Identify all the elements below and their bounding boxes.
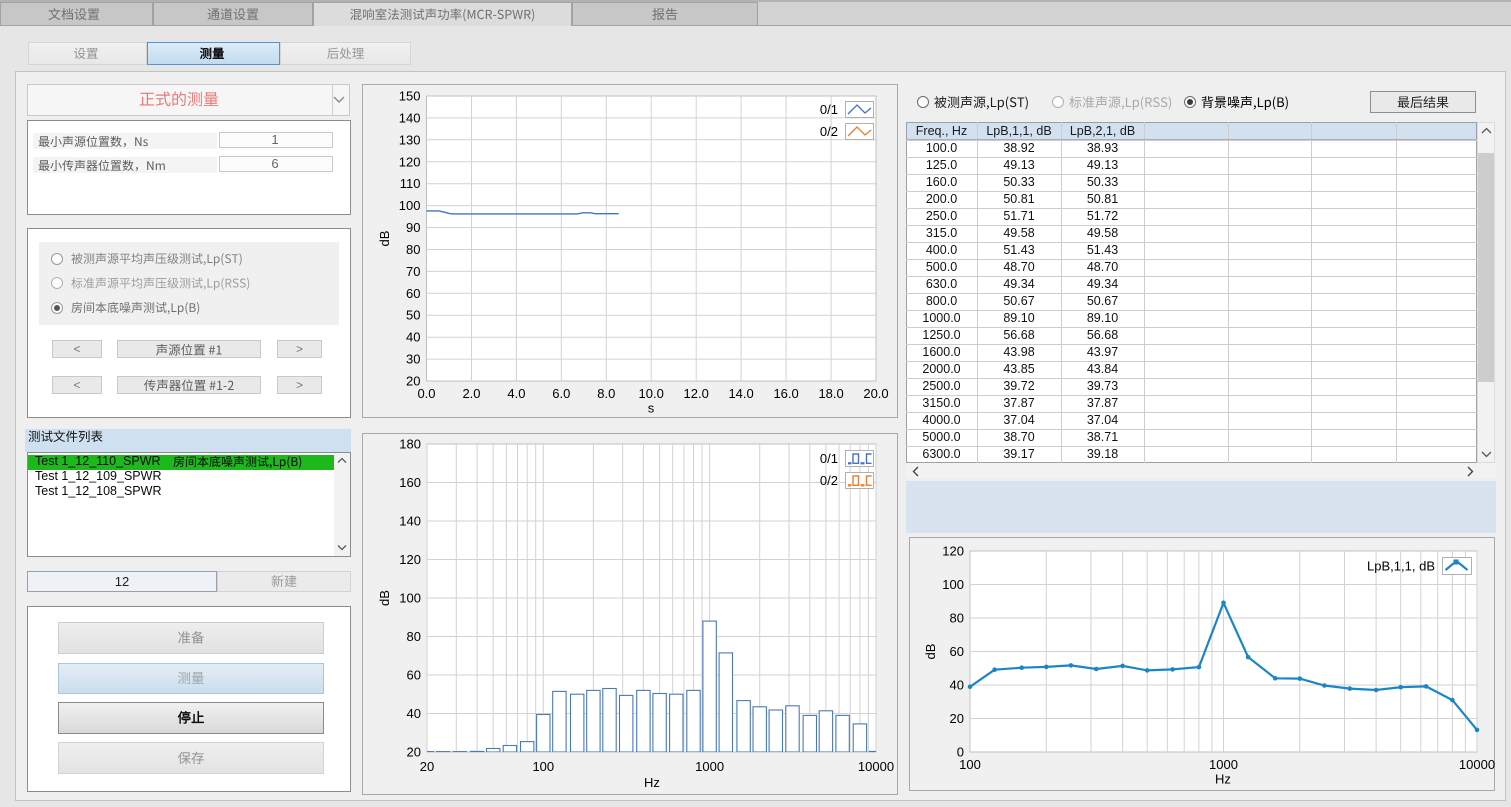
svg-text:4.0: 4.0 [507,386,525,401]
svg-text:40: 40 [407,706,421,721]
svg-text:0/1: 0/1 [820,102,838,117]
svg-text:20: 20 [420,759,434,774]
svg-text:50: 50 [406,308,420,323]
svg-text:s: s [648,401,655,416]
svg-text:130: 130 [399,132,421,147]
svg-text:1000: 1000 [695,759,724,774]
svg-text:dB: dB [377,231,392,247]
svg-text:100: 100 [532,759,554,774]
svg-text:80: 80 [950,611,964,626]
svg-text:2.0: 2.0 [462,386,480,401]
svg-text:8.0: 8.0 [597,386,615,401]
svg-text:180: 180 [399,437,421,452]
svg-text:100: 100 [959,757,981,772]
svg-text:18.0: 18.0 [818,386,843,401]
svg-text:Hz: Hz [1215,772,1231,787]
svg-text:60: 60 [950,644,964,659]
svg-text:LpB,1,1, dB: LpB,1,1, dB [1367,559,1435,574]
svg-text:20.0: 20.0 [863,386,888,401]
svg-text:10.0: 10.0 [639,386,664,401]
svg-text:6.0: 6.0 [552,386,570,401]
svg-text:100: 100 [399,591,421,606]
svg-text:120: 120 [399,154,421,169]
svg-text:90: 90 [406,220,420,235]
svg-text:100: 100 [399,198,421,213]
svg-text:70: 70 [406,264,420,279]
svg-text:150: 150 [399,89,421,104]
svg-text:30: 30 [406,352,420,367]
svg-text:1000: 1000 [1209,757,1238,772]
svg-text:10000: 10000 [1459,757,1495,772]
svg-text:120: 120 [399,552,421,567]
svg-text:60: 60 [407,668,421,683]
svg-text:0/2: 0/2 [820,124,838,139]
svg-text:14.0: 14.0 [728,386,753,401]
svg-text:10000: 10000 [858,759,894,774]
svg-text:0.0: 0.0 [417,386,435,401]
svg-text:dB: dB [377,590,392,606]
svg-text:80: 80 [407,629,421,644]
svg-text:110: 110 [400,176,421,191]
svg-text:dB: dB [923,644,938,660]
svg-text:16.0: 16.0 [773,386,798,401]
svg-text:80: 80 [406,242,420,257]
svg-text:20: 20 [950,711,964,726]
svg-text:100: 100 [942,577,964,592]
svg-text:12.0: 12.0 [684,386,709,401]
svg-text:20: 20 [407,745,421,760]
svg-text:60: 60 [406,286,420,301]
svg-text:40: 40 [950,678,964,693]
svg-text:140: 140 [399,110,421,125]
svg-text:140: 140 [399,514,421,529]
svg-text:0/2: 0/2 [820,473,838,488]
svg-text:0/1: 0/1 [820,451,838,466]
svg-text:40: 40 [406,330,420,345]
svg-text:Hz: Hz [644,775,660,790]
svg-text:160: 160 [399,475,421,490]
svg-text:120: 120 [942,544,964,559]
